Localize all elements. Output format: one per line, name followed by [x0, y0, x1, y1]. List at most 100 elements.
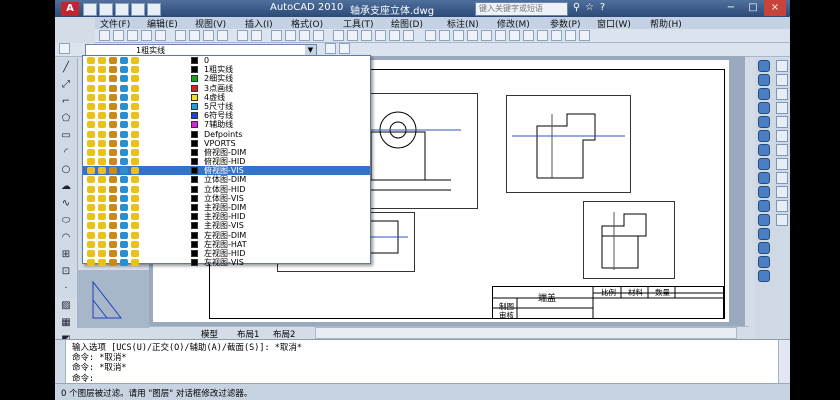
- join-icon[interactable]: [758, 228, 770, 240]
- on-off-icon[interactable]: [87, 194, 95, 202]
- array-icon[interactable]: [758, 116, 770, 128]
- plot-style-icon[interactable]: [131, 158, 139, 166]
- layer-color-swatch[interactable]: [191, 167, 198, 175]
- paste-icon[interactable]: [203, 30, 214, 41]
- lock-icon[interactable]: [120, 240, 128, 248]
- layer-row[interactable]: 5尺寸线: [83, 102, 370, 111]
- layer-color-swatch[interactable]: [191, 130, 198, 138]
- plot-style-icon[interactable]: [131, 231, 139, 239]
- qnew-icon[interactable]: [99, 30, 110, 41]
- markup-icon[interactable]: [389, 30, 400, 41]
- plot-style-icon[interactable]: [131, 148, 139, 156]
- vp-freeze-icon[interactable]: [109, 249, 117, 257]
- vp-freeze-icon[interactable]: [109, 102, 117, 110]
- lock-icon[interactable]: [120, 213, 128, 221]
- layer-row[interactable]: 左视图-HID: [83, 249, 370, 258]
- ellipse-arc-icon[interactable]: ◠: [59, 231, 73, 245]
- layer-row[interactable]: 4虚线: [83, 93, 370, 102]
- vp-freeze-icon[interactable]: [109, 204, 117, 211]
- redo-tb-icon[interactable]: [251, 30, 262, 41]
- layer-previous-icon[interactable]: [339, 43, 350, 54]
- erase-icon[interactable]: [758, 60, 770, 72]
- layer-row[interactable]: 主视图-DIM: [83, 203, 370, 212]
- vp-freeze-icon[interactable]: [109, 121, 117, 129]
- zoom-realtime-icon[interactable]: [285, 30, 296, 41]
- lock-icon[interactable]: [120, 222, 128, 230]
- vp-freeze-icon[interactable]: [109, 139, 117, 147]
- spline-icon[interactable]: ∿: [59, 197, 73, 211]
- lock-icon[interactable]: [120, 57, 128, 64]
- layer-row[interactable]: 立体图-VIS: [83, 194, 370, 203]
- on-off-icon[interactable]: [87, 231, 95, 239]
- plot-style-icon[interactable]: [131, 194, 139, 202]
- freeze-icon[interactable]: [98, 139, 106, 147]
- on-off-icon[interactable]: [87, 249, 95, 257]
- dim-angular-icon[interactable]: [509, 30, 520, 41]
- layer-color-swatch[interactable]: [191, 231, 198, 239]
- vp-freeze-icon[interactable]: [109, 148, 117, 156]
- layer-color-swatch[interactable]: [191, 158, 198, 166]
- zoom-previous-icon[interactable]: [313, 30, 324, 41]
- on-off-icon[interactable]: [87, 66, 95, 74]
- on-off-icon[interactable]: [87, 259, 95, 267]
- copy-icon[interactable]: [189, 30, 200, 41]
- gradient-icon[interactable]: ▦: [59, 316, 73, 330]
- layer-row[interactable]: 6符号线: [83, 111, 370, 120]
- plot-style-icon[interactable]: [131, 185, 139, 193]
- make-current-icon[interactable]: [325, 43, 336, 54]
- dim-ordinate-icon[interactable]: [467, 30, 478, 41]
- vp-freeze-icon[interactable]: [109, 75, 117, 83]
- save-icon[interactable]: [115, 3, 129, 16]
- match-prop-icon[interactable]: [217, 30, 228, 41]
- extend-icon[interactable]: [758, 200, 770, 212]
- dim-linear-icon[interactable]: [425, 30, 436, 41]
- freeze-icon[interactable]: [98, 204, 106, 211]
- on-off-icon[interactable]: [87, 213, 95, 221]
- plot-style-icon[interactable]: [131, 121, 139, 129]
- snap-tangent-icon[interactable]: [776, 130, 788, 142]
- plot-style-icon[interactable]: [131, 167, 139, 175]
- command-window[interactable]: 输入选项 [UCS(U)/正交(O)/辅助(A)/截面(S)]: *取消* 命令…: [55, 339, 790, 384]
- freeze-icon[interactable]: [98, 249, 106, 257]
- freeze-icon[interactable]: [98, 222, 106, 230]
- plot-style-icon[interactable]: [131, 66, 139, 74]
- on-off-icon[interactable]: [87, 139, 95, 147]
- freeze-icon[interactable]: [98, 112, 106, 120]
- vp-freeze-icon[interactable]: [109, 167, 117, 175]
- center-mark-icon[interactable]: [579, 30, 590, 41]
- dim-baseline-icon[interactable]: [537, 30, 548, 41]
- chamfer-icon[interactable]: [758, 242, 770, 254]
- layer-row[interactable]: VPORTS: [83, 139, 370, 148]
- vp-freeze-icon[interactable]: [109, 176, 117, 184]
- freeze-icon[interactable]: [98, 158, 106, 166]
- revcloud-icon[interactable]: ☁: [59, 180, 73, 194]
- lock-icon[interactable]: [120, 259, 128, 267]
- search-input[interactable]: 键入关键字或短语: [475, 2, 568, 16]
- snap-endpoint-icon[interactable]: [776, 60, 788, 72]
- snap-intersection-icon[interactable]: [776, 88, 788, 100]
- plot-style-icon[interactable]: [131, 259, 139, 267]
- plot-style-icon[interactable]: [131, 249, 139, 257]
- on-off-icon[interactable]: [87, 240, 95, 248]
- snap-parallel-icon[interactable]: [776, 158, 788, 170]
- layer-color-swatch[interactable]: [191, 102, 198, 110]
- layer-color-swatch[interactable]: [191, 194, 198, 202]
- lock-icon[interactable]: [120, 148, 128, 156]
- arc-icon[interactable]: ◜: [59, 146, 73, 160]
- layer-color-swatch[interactable]: [191, 121, 198, 129]
- freeze-icon[interactable]: [98, 57, 106, 64]
- plot-style-icon[interactable]: [131, 240, 139, 248]
- layer-color-swatch[interactable]: [191, 176, 198, 184]
- snap-nearest-icon[interactable]: [776, 200, 788, 212]
- plot-style-icon[interactable]: [131, 102, 139, 110]
- dim-arc-icon[interactable]: [453, 30, 464, 41]
- lock-icon[interactable]: [120, 249, 128, 257]
- plot-style-icon[interactable]: [131, 112, 139, 120]
- star-icon[interactable]: ☆: [583, 2, 596, 14]
- plot-icon[interactable]: [141, 30, 152, 41]
- vp-freeze-icon[interactable]: [109, 240, 117, 248]
- lock-icon[interactable]: [120, 130, 128, 138]
- layer-row[interactable]: 俯视图-HID: [83, 157, 370, 166]
- lock-icon[interactable]: [120, 158, 128, 166]
- vp-freeze-icon[interactable]: [109, 84, 117, 92]
